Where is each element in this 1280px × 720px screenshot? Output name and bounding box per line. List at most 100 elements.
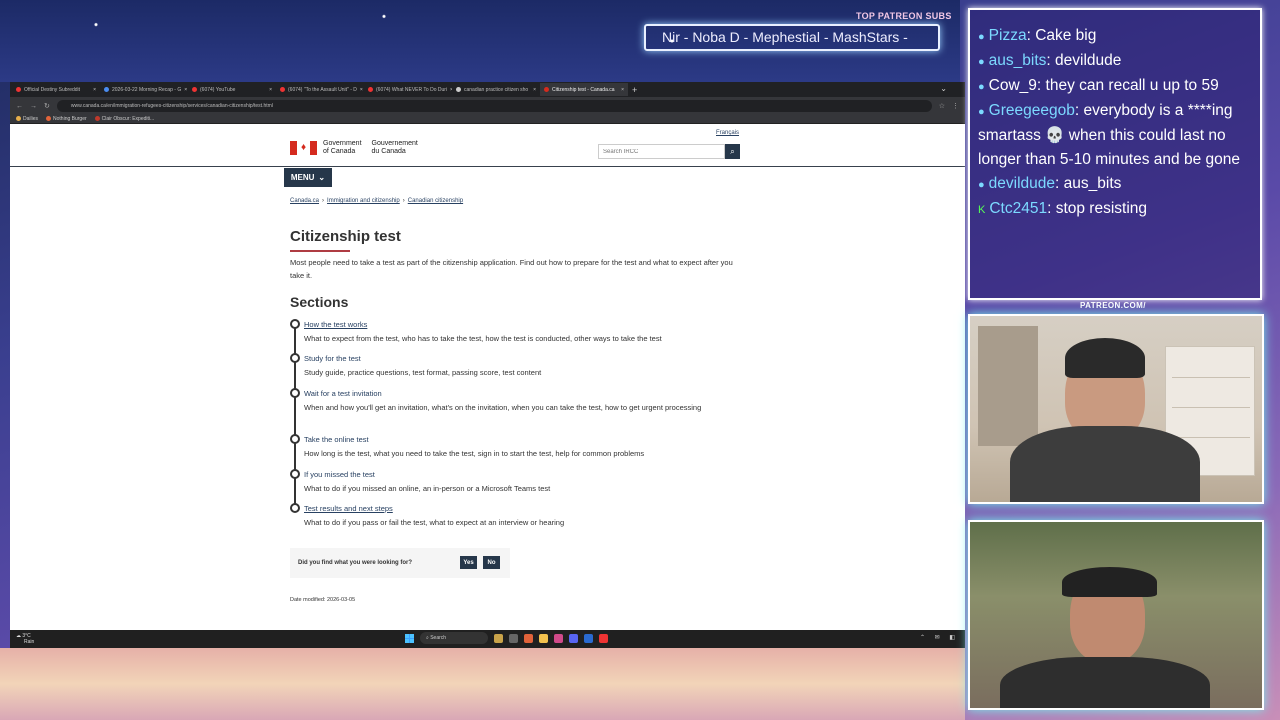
bookmark-item[interactable]: Clair Obscur: Expediti... (94, 116, 154, 122)
browser-tab-active[interactable]: Citizenship test - Canada.ca × (540, 83, 628, 96)
breadcrumb-link[interactable]: Canadian citizenship (408, 198, 463, 204)
search-icon: ⌕ (730, 146, 735, 156)
close-icon[interactable]: × (93, 87, 96, 93)
chat-text: they can recall u up to 59 (1045, 77, 1219, 94)
url-field[interactable]: www.canada.ca/en/immigration-refugees-ci… (56, 100, 932, 112)
chat-message: ● Greegeegob: everybody is a ****ing smar… (978, 102, 1240, 168)
browser-tab[interactable]: canadian practice citizen sho × (452, 83, 540, 96)
section-description: When and how you'll get an invitation, w… (304, 403, 702, 412)
breadcrumb-link[interactable]: Canada.ca (290, 198, 319, 204)
goc-en-text: Government of Canada (323, 140, 362, 155)
discord-icon[interactable] (569, 633, 578, 643)
taskbar-search-label: Search (430, 635, 447, 641)
tab-label: (6074) What NEVER To Do Duri (376, 86, 448, 93)
search-input[interactable] (598, 144, 725, 159)
streamer-body (1010, 426, 1200, 502)
section-link[interactable]: If you missed the test (304, 470, 375, 479)
close-icon[interactable]: × (621, 87, 624, 93)
date-modified: Date modified: 2026-03-05 (290, 597, 356, 603)
close-icon[interactable]: × (360, 87, 363, 93)
step-circle-icon (290, 319, 300, 329)
webcam-feed-top (968, 314, 1264, 504)
new-tab-icon[interactable]: + (632, 85, 637, 95)
tab-list-chevron-icon[interactable]: ⌄ (940, 84, 947, 93)
tab-favicon-icon (192, 87, 197, 92)
windows-start-icon[interactable] (405, 633, 414, 643)
canada-flag-icon: ♦ (290, 141, 317, 155)
chat-text: aus_bits (1063, 175, 1122, 192)
tab-favicon-icon (16, 87, 21, 92)
stream-chat: ● Pizza: Cake big ● aus_bits: devildude ● C… (968, 8, 1262, 300)
breadcrumb-link[interactable]: Immigration and citizenship (327, 198, 400, 204)
header-divider (10, 166, 965, 167)
tab-favicon-icon (456, 87, 461, 92)
guest-headphones (1062, 567, 1157, 597)
browser-tab[interactable]: (6074) "To the Assault Unit" - D × (276, 83, 364, 96)
system-tray[interactable]: ⌃ ✉ ◧ (920, 634, 959, 641)
close-icon[interactable]: × (269, 87, 272, 93)
tab-label: Citizenship test - Canada.ca (552, 86, 615, 93)
browser-tab[interactable]: 2026-03-22 Morning Recap - G × (100, 83, 188, 96)
step-circle-icon (290, 353, 300, 363)
section-link[interactable]: How the test works (304, 320, 367, 329)
bookmark-label: Dailies (23, 116, 39, 122)
browser-tab[interactable]: Official Destiny Subreddit × (12, 83, 100, 96)
forward-icon[interactable]: → (30, 103, 37, 110)
search-button[interactable]: ⌕ (725, 144, 740, 159)
language-toggle-link[interactable]: Français (716, 130, 739, 136)
close-icon[interactable]: × (533, 87, 536, 93)
obs-icon[interactable] (599, 633, 608, 643)
tab-favicon-icon (544, 87, 549, 92)
step-circle-icon (290, 469, 300, 479)
weather-condition: Rain (24, 639, 35, 645)
tab-label: (6074) "To the Assault Unit" - D (288, 86, 357, 93)
close-icon[interactable]: × (184, 87, 187, 93)
tab-label: 2026-03-22 Morning Recap - G (112, 86, 182, 93)
badge-icon: ● (978, 106, 985, 118)
widget-icon[interactable] (494, 633, 503, 643)
sections-heading: Sections (290, 294, 349, 310)
section-link[interactable]: Take the online test (304, 435, 369, 444)
section-description: What to expect from the test, who has to… (304, 334, 662, 343)
bookmark-star-icon[interactable]: ☆ (939, 102, 945, 110)
chat-text: stop resisting (1055, 200, 1148, 217)
badge-icon: ● (978, 81, 985, 93)
bookmark-item[interactable]: Dailies (16, 116, 38, 122)
browser-tab[interactable]: (6074) YouTube × (188, 83, 276, 96)
government-of-canada-logo[interactable]: ♦ Government of Canada Gouvernement du Can… (290, 140, 418, 156)
title-underline (290, 250, 350, 252)
bookmark-item[interactable]: Nothing Burger (46, 116, 87, 122)
browser-app-icon[interactable] (524, 633, 533, 643)
browser-tab[interactable]: (6074) What NEVER To Do Duri × (364, 83, 452, 96)
section-link[interactable]: Study for the test (304, 354, 361, 363)
section-description: Study guide, practice questions, test fo… (304, 368, 542, 377)
section-link[interactable]: Test results and next steps (304, 504, 393, 513)
chat-message: ● aus_bits: devildude (978, 52, 1122, 69)
tab-favicon-icon (104, 87, 109, 92)
badge-icon: ● (978, 179, 985, 191)
weather-widget[interactable]: ☁ 3°C Rain (16, 633, 34, 645)
windows-taskbar: ☁ 3°C Rain ⌕ Search ⌃ ✉ ◧ (10, 630, 965, 648)
door (978, 326, 1038, 446)
file-explorer-icon[interactable] (539, 633, 548, 643)
address-bar-row: ← → ↻ www.canada.ca/en/immigration-refug… (10, 97, 965, 115)
feedback-no-button[interactable]: No (483, 556, 500, 569)
feedback-widget: Did you find what you were looking for? … (290, 548, 510, 578)
task-view-icon[interactable] (509, 633, 518, 643)
chat-message: ● devildude: aus_bits (978, 175, 1122, 192)
menu-button[interactable]: MENU ⌄ (284, 168, 332, 187)
breadcrumb: Canada.ca › Immigration and citizenship › Ca… (290, 198, 464, 204)
chat-message: ● Cow_9: they can recall u up to 59 (978, 77, 1219, 94)
app-icon[interactable] (584, 633, 593, 643)
app-icon[interactable] (554, 633, 563, 643)
feedback-yes-button[interactable]: Yes (460, 556, 477, 569)
section-link[interactable]: Wait for a test invitation (304, 389, 382, 398)
tab-favicon-icon (368, 87, 373, 92)
back-icon[interactable]: ← (16, 103, 23, 110)
patreon-subs-banner: Nir - Noba D - Mephestial - MashStars - (644, 24, 940, 51)
extensions-icon[interactable]: ⋮ (952, 102, 959, 110)
web-page: Français ♦ Government of Canada Gouvernem… (10, 124, 965, 648)
taskbar-search[interactable]: ⌕ Search (420, 632, 488, 644)
reload-icon[interactable]: ↻ (44, 102, 50, 110)
section-description: What to do if you missed an online, an i… (304, 484, 551, 493)
